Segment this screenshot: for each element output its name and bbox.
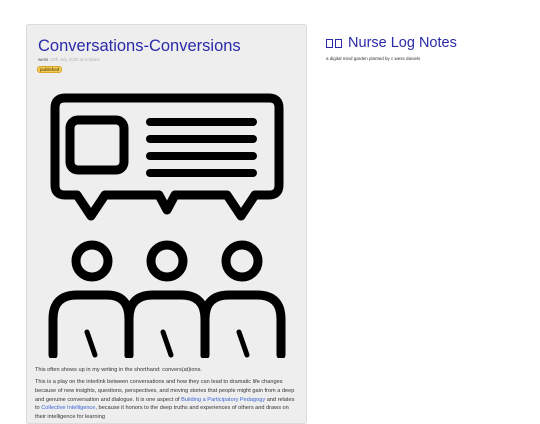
- post-meta: wess 16th July 2025 at 6:49am: [38, 57, 100, 62]
- site-title[interactable]: Nurse Log Notes: [326, 35, 457, 51]
- link-collective-intelligence[interactable]: Collective Intelligence: [41, 405, 95, 411]
- site-title-text[interactable]: Nurse Log Notes: [348, 35, 457, 51]
- post-card: Conversations-Conversions wess 16th July…: [26, 24, 307, 424]
- post-paragraph-2: This is a play on the interlink between …: [35, 378, 299, 422]
- status-badge[interactable]: published: [37, 66, 63, 73]
- post-author[interactable]: wess: [38, 57, 48, 62]
- people-conversation-icon: [48, 93, 286, 358]
- site-emoji-icon: [326, 35, 344, 51]
- post-title[interactable]: Conversations-Conversions: [38, 37, 241, 56]
- post-paragraph-1: This often shows up in my writing in the…: [35, 367, 202, 373]
- link-building-participatory-pedagogy[interactable]: Building a Participatory Pedagogy: [181, 397, 265, 403]
- site-tagline: a digital mind garden planted by c wess …: [326, 56, 421, 61]
- post-date: 16th July 2025 at 6:49am: [49, 57, 101, 62]
